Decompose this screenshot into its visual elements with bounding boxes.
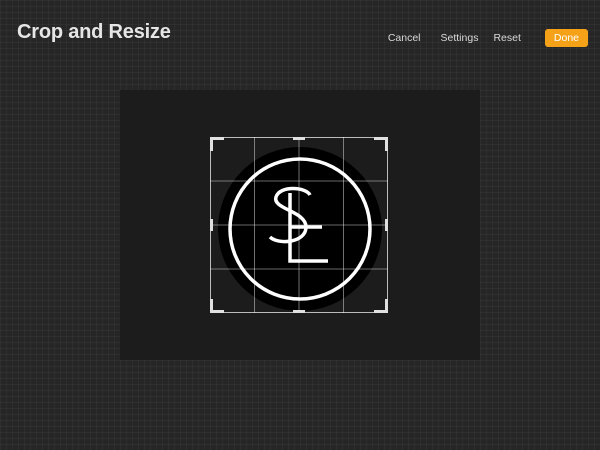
toolbar: Cancel Settings Reset Done [388,29,588,47]
settings-button[interactable]: Settings [441,32,479,44]
reset-button[interactable]: Reset [493,32,520,44]
crop-handle-bottom-right[interactable] [374,299,388,313]
crop-handle-bottom-left[interactable] [210,299,225,313]
crop-handle-top-right[interactable] [374,137,388,152]
crop-grid [210,137,388,313]
cancel-button[interactable]: Cancel [388,32,421,44]
crop-box-graphic [210,137,388,313]
crop-box[interactable] [210,137,388,313]
page-title: Crop and Resize [17,21,171,43]
crop-handle-top-left[interactable] [210,137,225,152]
done-button[interactable]: Done [544,29,588,47]
logo-image [218,147,382,311]
